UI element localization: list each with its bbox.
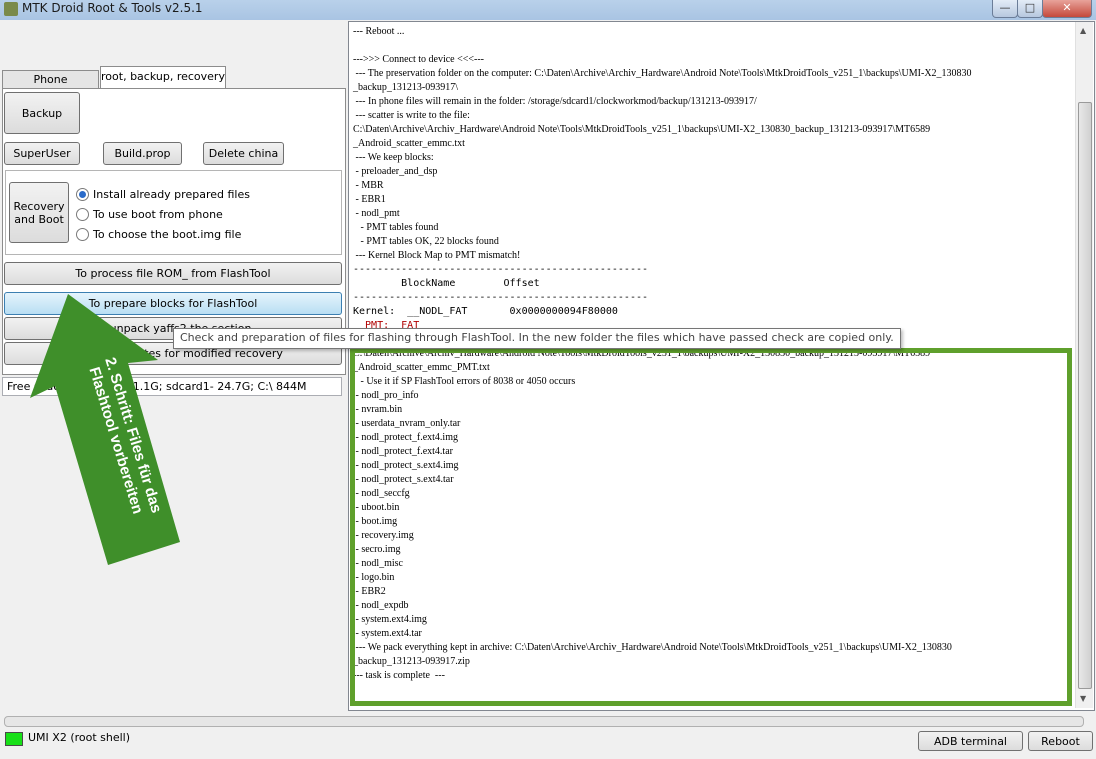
minimize-button[interactable]: —: [992, 0, 1018, 18]
tab-root-backup-recovery[interactable]: root, backup, recovery: [100, 66, 226, 89]
backup-button[interactable]: Backup: [4, 92, 80, 134]
app-icon: [4, 2, 18, 16]
log-line: --- scatter is write to the file:: [353, 110, 470, 121]
superuser-button[interactable]: SuperUser: [4, 142, 80, 165]
maximize-button[interactable]: □: [1017, 0, 1043, 18]
log-table-header: BlockName Offset: [353, 278, 540, 289]
recovery-and-boot-button[interactable]: Recovery and Boot: [9, 182, 69, 243]
progress-bar: [4, 716, 1084, 727]
log-line: --->>> Connect to device <<<---: [353, 54, 485, 65]
radio-label: To use boot from phone: [93, 208, 223, 221]
radio-dot: [76, 208, 89, 221]
log-line: - PMT tables found: [353, 222, 439, 233]
device-status-led: [5, 732, 23, 746]
log-line: - preloader_and_dsp: [353, 166, 438, 177]
radio-label: To choose the boot.img file: [93, 228, 242, 241]
radio-dot: [76, 228, 89, 241]
radio-boot-from-phone[interactable]: To use boot from phone: [76, 208, 223, 221]
title-bar: MTK Droid Root & Tools v2.5.1 — □ ✕: [0, 0, 1096, 20]
log-separator: ----------------------------------------…: [353, 292, 649, 303]
log-line: --- In phone files will remain in the fo…: [353, 96, 757, 107]
window-title: MTK Droid Root & Tools v2.5.1: [22, 1, 203, 15]
tab-phone-information[interactable]: Phone information: [2, 70, 99, 104]
log-line: - nodl_pmt: [353, 208, 400, 219]
scroll-thumb[interactable]: [1078, 102, 1092, 689]
log-line: --- We keep blocks:: [353, 152, 434, 163]
delete-china-button[interactable]: Delete china: [203, 142, 284, 165]
radio-choose-boot-img[interactable]: To choose the boot.img file: [76, 228, 241, 241]
radio-install-prepared[interactable]: Install already prepared files: [76, 188, 250, 201]
log-line: _backup_131213-093917\: [353, 82, 458, 93]
radio-label: Install already prepared files: [93, 188, 250, 201]
scroll-down-icon[interactable]: ▼: [1080, 694, 1086, 703]
log-line: --- Kernel Block Map to PMT mismatch!: [353, 250, 521, 261]
log-line: --- The preservation folder on the compu…: [353, 68, 972, 79]
log-line: - EBR1: [353, 194, 386, 205]
free-space-field: Free space: .2M; data- 1.1G; sdcard1- 24…: [2, 377, 342, 396]
radio-dot-checked: [76, 188, 89, 201]
reboot-button[interactable]: Reboot: [1028, 731, 1093, 751]
tooltip: Check and preparation of files for flash…: [173, 328, 901, 349]
log-line: C:\Daten\Archive\Archiv_Hardware\Android…: [353, 124, 931, 135]
log-line: - PMT tables OK, 22 blocks found: [353, 236, 499, 247]
buildprop-button[interactable]: Build.prop: [103, 142, 182, 165]
process-rom-button[interactable]: To process file ROM_ from FlashTool: [4, 262, 342, 285]
highlight-box: [350, 348, 1072, 706]
log-vertical-scrollbar[interactable]: ▲ ▼: [1075, 22, 1093, 708]
log-line: _Android_scatter_emmc.txt: [353, 138, 465, 149]
log-line: --- Reboot ...: [353, 26, 405, 37]
log-line: - MBR: [353, 180, 384, 191]
scroll-up-icon[interactable]: ▲: [1080, 26, 1086, 35]
adb-terminal-button[interactable]: ADB terminal: [918, 731, 1023, 751]
prepare-blocks-button[interactable]: To prepare blocks for FlashTool: [4, 292, 342, 315]
close-button[interactable]: ✕: [1042, 0, 1092, 18]
log-separator: ----------------------------------------…: [353, 264, 649, 275]
log-table-row: Kernel: __NODL_FAT 0x0000000094F80000: [353, 306, 618, 317]
device-status-label: UMI X2 (root shell): [28, 731, 131, 744]
